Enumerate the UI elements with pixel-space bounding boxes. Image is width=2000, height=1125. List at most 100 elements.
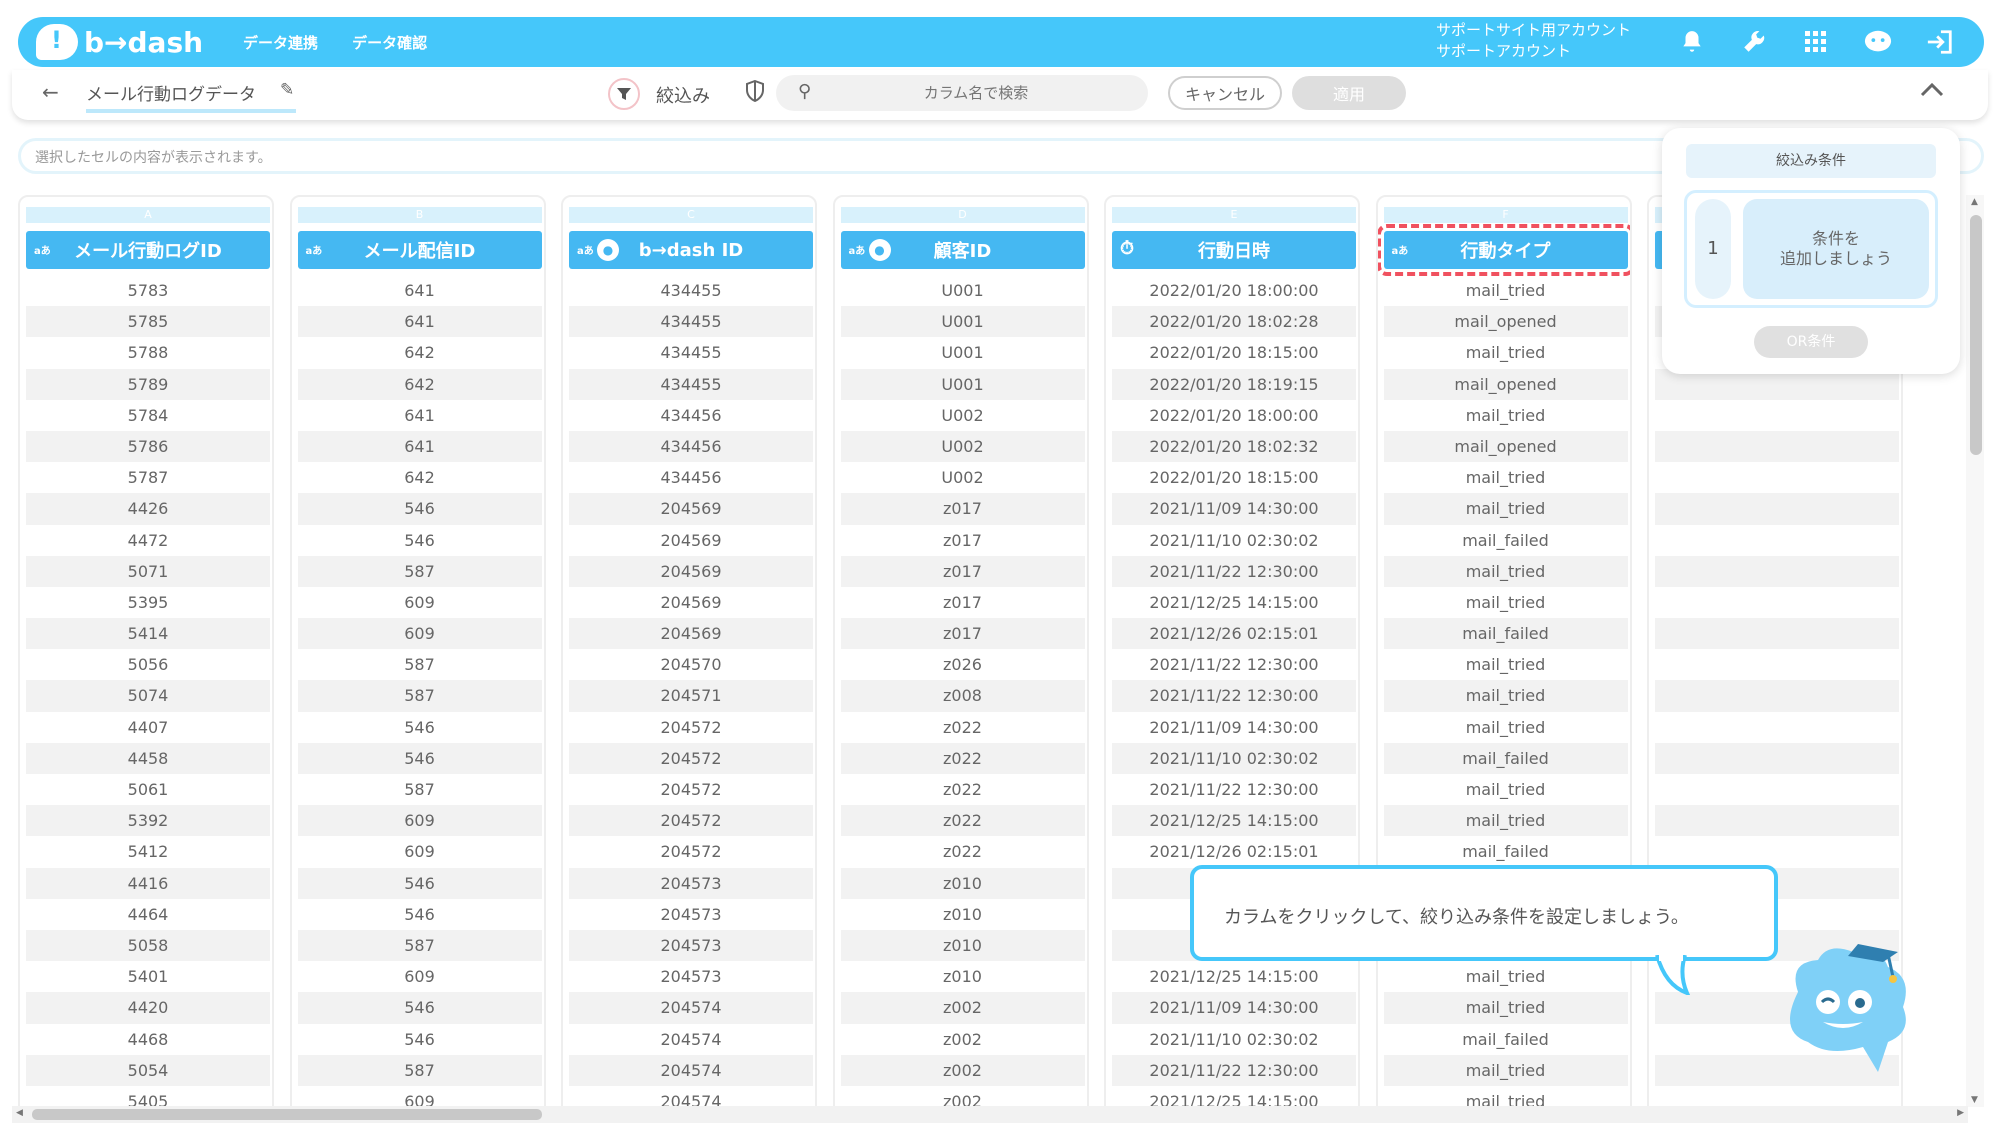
table-cell[interactable]: z026 <box>841 649 1085 680</box>
table-cell[interactable]: 2021/11/22 12:30:00 <box>1112 680 1356 712</box>
table-cell[interactable]: z010 <box>841 899 1085 930</box>
horizontal-scroll-thumb[interactable] <box>32 1109 542 1120</box>
table-cell[interactable]: 2021/11/10 02:30:02 <box>1112 1024 1356 1055</box>
table-cell[interactable]: 546 <box>297 493 542 525</box>
table-cell[interactable]: 2021/11/10 02:30:02 <box>1112 525 1356 556</box>
table-cell[interactable]: mail_tried <box>1384 400 1628 431</box>
table-cell[interactable]: 204569 <box>569 618 813 650</box>
table-cell[interactable]: 204570 <box>569 649 813 680</box>
table-cell[interactable]: 2021/11/22 12:30:00 <box>1112 1054 1356 1086</box>
table-cell[interactable]: mail_tried <box>1384 587 1628 618</box>
table-cell[interactable]: mail_tried <box>1383 992 1628 1024</box>
table-cell[interactable]: 2022/01/20 18:00:00 <box>1112 275 1356 306</box>
table-cell[interactable]: 609 <box>298 961 542 992</box>
table-cell[interactable]: 546 <box>297 742 542 774</box>
back-arrow-icon[interactable]: ← <box>42 80 59 104</box>
table-cell[interactable]: 2021/12/25 14:15:00 <box>1112 805 1356 837</box>
table-cell[interactable] <box>1655 493 1899 525</box>
table-cell[interactable]: z022 <box>840 805 1085 837</box>
table-cell[interactable]: 5786 <box>26 430 270 463</box>
table-cell[interactable]: 4464 <box>26 899 270 930</box>
table-cell[interactable]: U001 <box>841 337 1085 368</box>
column-header[interactable]: aあ ● 顧客ID <box>840 231 1085 269</box>
table-cell[interactable]: 5405 <box>26 1086 270 1107</box>
table-cell[interactable]: 641 <box>297 430 542 463</box>
table-cell[interactable]: 4420 <box>26 992 270 1024</box>
table-cell[interactable]: U001 <box>841 275 1085 306</box>
table-cell[interactable]: 2021/12/25 14:15:00 <box>1112 961 1356 992</box>
logo[interactable]: b→dash <box>36 24 203 60</box>
table-cell[interactable]: mail_tried <box>1384 462 1628 493</box>
table-cell[interactable]: z022 <box>841 774 1085 805</box>
table-cell[interactable]: 204574 <box>569 1024 813 1055</box>
table-cell[interactable]: 587 <box>297 555 542 587</box>
table-cell[interactable] <box>1655 836 1899 867</box>
column-a[interactable]: Aaあ メール行動ログID 5783 5785 5788 5789 5784 5786 5787… <box>18 195 274 1107</box>
table-cell[interactable]: 434456 <box>569 400 813 431</box>
table-cell[interactable]: 2022/01/20 18:02:28 <box>1112 306 1356 338</box>
table-cell[interactable]: 5788 <box>26 337 270 368</box>
column-header[interactable]: aあ メール配信ID <box>297 231 542 269</box>
mascot-character-icon[interactable] <box>1768 932 1918 1082</box>
table-cell[interactable]: mail_tried <box>1383 1054 1628 1086</box>
table-cell[interactable]: U002 <box>840 430 1085 463</box>
table-cell[interactable]: mail_failed <box>1384 1024 1628 1055</box>
table-cell[interactable]: z022 <box>841 712 1085 743</box>
table-cell[interactable]: 5785 <box>26 306 270 338</box>
table-cell[interactable]: 2021/12/26 02:15:01 <box>1112 836 1356 867</box>
table-cell[interactable]: 641 <box>297 306 542 338</box>
table-cell[interactable]: 2021/11/22 12:30:00 <box>1112 649 1356 680</box>
table-cell[interactable] <box>1655 525 1899 556</box>
logout-icon[interactable] <box>1926 28 1954 56</box>
column-header[interactable]: aあ メール行動ログID <box>26 231 270 269</box>
table-cell[interactable]: 204572 <box>569 805 813 837</box>
table-cell[interactable]: 4458 <box>26 742 270 774</box>
table-cell[interactable]: z017 <box>840 555 1085 587</box>
table-cell[interactable]: 5401 <box>26 961 270 992</box>
table-cell[interactable]: mail_failed <box>1383 618 1628 650</box>
vertical-scroll-thumb[interactable] <box>1970 215 1982 455</box>
table-cell[interactable]: z010 <box>841 961 1085 992</box>
table-cell[interactable]: 546 <box>297 867 542 899</box>
table-cell[interactable]: 2021/11/09 14:30:00 <box>1112 992 1356 1024</box>
table-cell[interactable]: z002 <box>840 1054 1085 1086</box>
table-cell[interactable]: z017 <box>841 525 1085 556</box>
table-cell[interactable]: 587 <box>298 649 542 680</box>
table-cell[interactable]: 204571 <box>569 680 813 712</box>
chevron-up-icon[interactable] <box>1920 78 1944 103</box>
table-cell[interactable]: 609 <box>297 805 542 837</box>
table-cell[interactable]: 204572 <box>569 712 813 743</box>
table-cell[interactable]: 641 <box>298 400 542 431</box>
table-cell[interactable]: z017 <box>840 493 1085 525</box>
table-cell[interactable]: z002 <box>841 1086 1085 1107</box>
table-cell[interactable]: 5392 <box>26 805 270 837</box>
table-cell[interactable]: U001 <box>840 306 1085 338</box>
table-cell[interactable]: 587 <box>297 1054 542 1086</box>
table-cell[interactable]: 2021/12/25 14:15:00 <box>1112 1086 1356 1107</box>
table-cell[interactable]: 5414 <box>26 618 270 650</box>
table-cell[interactable]: 2022/01/20 18:15:00 <box>1112 462 1356 493</box>
table-cell[interactable]: mail_tried <box>1384 275 1628 306</box>
table-cell[interactable]: mail_tried <box>1384 337 1628 368</box>
table-cell[interactable] <box>1655 462 1899 493</box>
table-cell[interactable] <box>1655 400 1899 431</box>
add-condition-dropzone[interactable]: 条件を 追加しましょう <box>1743 199 1929 299</box>
table-cell[interactable]: 2021/11/10 02:30:02 <box>1112 742 1356 774</box>
column-c[interactable]: Caあ ● b→dash ID 434455 434455 434455 434455 434… <box>561 195 817 1107</box>
table-cell[interactable]: z008 <box>840 680 1085 712</box>
table-cell[interactable]: 204574 <box>569 1054 813 1086</box>
edit-pencil-icon[interactable]: ✎ <box>280 80 294 100</box>
filter-funnel-icon[interactable] <box>608 78 640 110</box>
vertical-scrollbar[interactable]: ▲ ▼ <box>1966 195 1984 1107</box>
table-cell[interactable]: z002 <box>841 1024 1085 1055</box>
table-cell[interactable]: 5061 <box>26 774 270 805</box>
table-cell[interactable]: 204573 <box>569 929 813 962</box>
table-cell[interactable]: 642 <box>298 337 542 368</box>
grid-icon[interactable] <box>1802 28 1830 56</box>
table-cell[interactable]: 204572 <box>569 836 813 867</box>
table-cell[interactable] <box>1655 805 1899 837</box>
table-cell[interactable]: z010 <box>840 929 1085 962</box>
table-cell[interactable]: 2022/01/20 18:00:00 <box>1112 400 1356 431</box>
table-cell[interactable]: 2022/01/20 18:19:15 <box>1112 368 1356 400</box>
column-b[interactable]: Baあ メール配信ID 641 641 642 642 641 641 642 546 546 587… <box>289 195 546 1107</box>
